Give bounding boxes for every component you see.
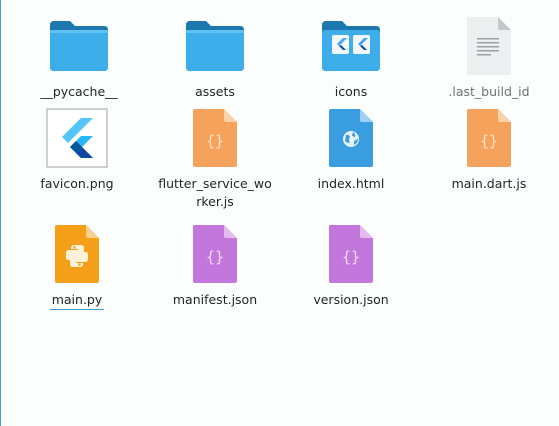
file-item-manifest-json[interactable]: {} manifest.json [156, 222, 274, 309]
file-icon-view: __pycache__ assets icons .last_build_id … [0, 0, 559, 426]
flutter-logo-image-icon [45, 106, 109, 170]
python-file-icon [45, 222, 109, 286]
file-name-label: icons [334, 84, 368, 99]
file-name-label: index.html [317, 176, 385, 191]
file-item-favicon[interactable]: favicon.png [18, 106, 136, 193]
file-name-label: main.py [49, 291, 105, 310]
html-file-icon [319, 106, 383, 170]
file-name-label: favicon.png [40, 176, 114, 191]
file-item-icons[interactable]: icons [292, 14, 410, 101]
file-name-label: assets [195, 84, 235, 99]
svg-text:{}: {} [342, 248, 360, 266]
file-item-main-py[interactable]: main.py [18, 222, 136, 310]
file-item-last-build-id[interactable]: .last_build_id [430, 14, 548, 101]
text-file-icon [457, 14, 521, 78]
folder-icon [183, 14, 247, 78]
file-name-label: flutter_service_worker.js [158, 176, 272, 209]
file-item-assets[interactable]: assets [156, 14, 274, 101]
file-name-label: version.json [313, 292, 389, 307]
file-name-label: .last_build_id [448, 84, 530, 99]
file-item-flutter-service-worker[interactable]: {} flutter_service_worker.js [156, 106, 274, 211]
file-item-pycache[interactable]: __pycache__ [20, 14, 138, 101]
flutter-folder-icon [319, 14, 383, 78]
file-item-index-html[interactable]: index.html [292, 106, 410, 193]
file-name-label: manifest.json [172, 292, 258, 307]
svg-text:{}: {} [206, 132, 224, 150]
folder-icon [47, 14, 111, 78]
svg-text:{}: {} [480, 132, 498, 150]
file-name-label: __pycache__ [40, 84, 118, 99]
svg-text:{}: {} [206, 248, 224, 266]
javascript-file-icon: {} [183, 106, 247, 170]
file-item-main-dart-js[interactable]: {} main.dart.js [430, 106, 548, 193]
json-file-icon: {} [319, 222, 383, 286]
file-name-label: main.dart.js [451, 176, 527, 191]
file-item-version-json[interactable]: {} version.json [292, 222, 410, 309]
javascript-file-icon: {} [457, 106, 521, 170]
json-file-icon: {} [183, 222, 247, 286]
